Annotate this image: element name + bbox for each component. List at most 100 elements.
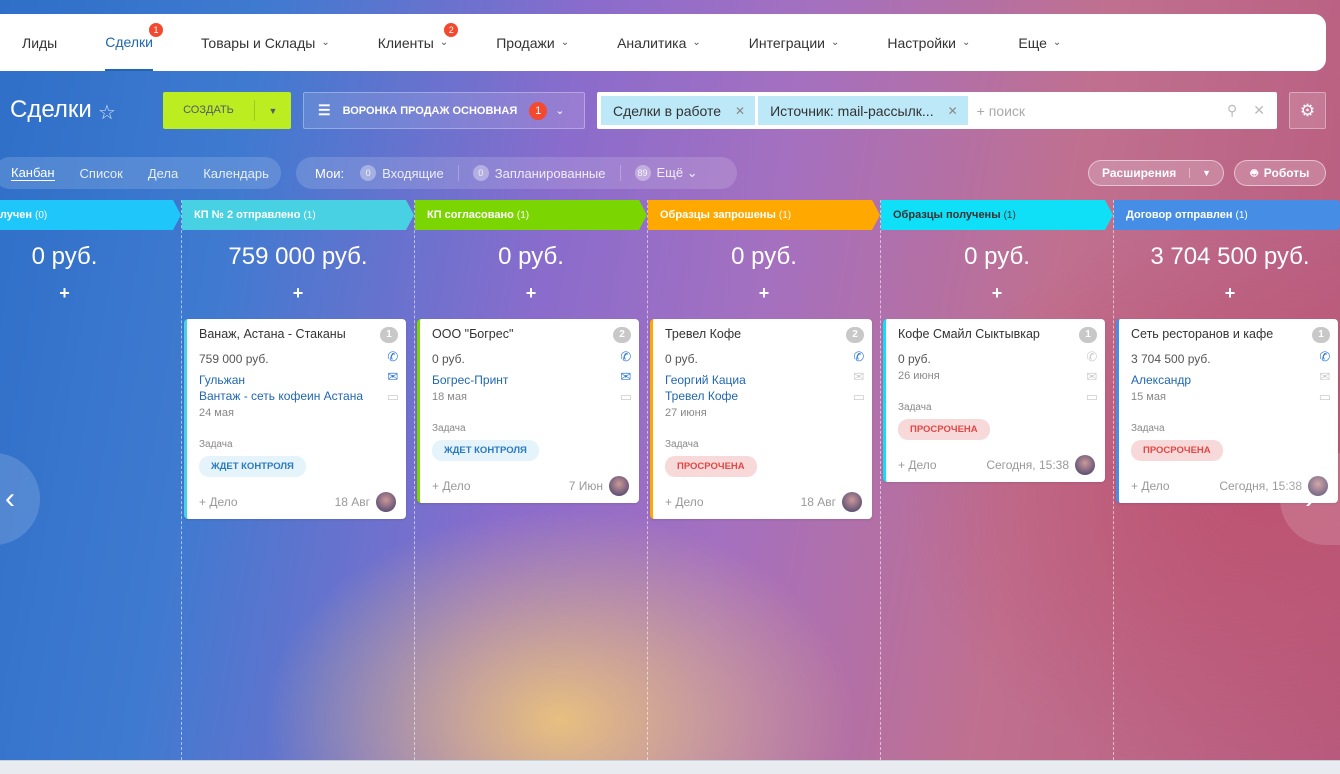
deal-card[interactable]: ООО "Богрес" 2 ✆ ✉ ▭ 0 руб. Богрес-Принт 18 мая… xyxy=(417,319,639,503)
stage-sum: 0 руб. xyxy=(31,243,98,270)
chat-icon[interactable]: ▭ xyxy=(853,389,865,405)
view-tab[interactable]: Дела xyxy=(148,166,178,181)
chat-icon[interactable]: ▭ xyxy=(620,389,632,405)
nav-item[interactable]: Аналитика ⌄ xyxy=(617,14,701,71)
avatar[interactable] xyxy=(1075,455,1095,475)
filter-chip[interactable]: Источник: mail-рассылк... ✕ xyxy=(758,96,968,125)
caret-down-icon[interactable]: ▼ xyxy=(255,106,291,116)
counter-item[interactable]: 0 Запланированные xyxy=(472,165,621,181)
phone-icon[interactable]: ✆ xyxy=(620,349,631,365)
deal-contact-link[interactable]: Богрес-Принт xyxy=(432,373,629,389)
extensions-button[interactable]: Расширения ▼ xyxy=(1088,160,1224,186)
settings-gear-button[interactable]: ⚙ xyxy=(1289,92,1326,129)
stage-header[interactable]: КП согласовано (1) xyxy=(415,200,647,230)
counter-item[interactable]: 89 Ещё ⌄ xyxy=(634,165,712,181)
notification-badge: 1 xyxy=(148,23,163,37)
close-icon[interactable]: ✕ xyxy=(948,104,958,118)
stage-header[interactable]: Образцы получены (1) xyxy=(881,200,1113,230)
star-icon[interactable]: ☆ xyxy=(98,100,116,125)
deal-card[interactable]: Тревел Кофе 2 ✆ ✉ ▭ 0 руб. Георгий Кациа Тревел… xyxy=(650,319,872,519)
mail-icon[interactable]: ✉ xyxy=(1086,369,1097,385)
add-activity-button[interactable]: + Дело xyxy=(665,495,704,509)
close-icon[interactable]: ✕ xyxy=(735,104,745,118)
deal-card[interactable]: Ванаж, Астана - Стаканы 1 ✆ ✉ ▭ 759 000 руб. Г… xyxy=(184,319,406,519)
deal-contact-link[interactable]: Вантаж - сеть кофеин Астана xyxy=(199,389,396,405)
create-button[interactable]: СОЗДАТЬ ▼ xyxy=(163,92,291,129)
deal-contact-link[interactable]: Тревел Кофе xyxy=(665,389,862,405)
mail-icon[interactable]: ✉ xyxy=(620,369,631,385)
add-deal-button[interactable]: + xyxy=(1114,283,1340,305)
stage-name: КП согласовано xyxy=(427,209,514,221)
deal-name[interactable]: Тревел Кофе xyxy=(665,327,862,344)
filter-chip[interactable]: Сделки в работе ✕ xyxy=(601,96,756,125)
stage-header[interactable]: Образцы запрошены (1) xyxy=(648,200,880,230)
search-icon[interactable]: ⚲ xyxy=(1227,102,1237,119)
add-deal-button[interactable]: + xyxy=(881,283,1113,305)
mail-icon[interactable]: ✉ xyxy=(387,369,398,385)
deal-card[interactable]: Кофе Смайл Сыктывкар 1 ✆ ✉ ▭ 0 руб. 26 июня Зад… xyxy=(883,319,1105,482)
stage-header[interactable]: счёт получен(0) xyxy=(0,200,181,230)
add-deal-button[interactable]: + xyxy=(182,283,414,305)
add-deal-button[interactable]: + xyxy=(0,283,181,305)
clear-icon[interactable]: ✕ xyxy=(1253,102,1265,119)
stage-header[interactable]: КП № 2 отправлено (1) xyxy=(182,200,414,230)
chevron-down-icon: ⌄ xyxy=(321,37,330,48)
kanban-column: Образцы запрошены (1) 0 руб. + Тревел Кофе 2 ✆… xyxy=(647,200,880,760)
mail-icon[interactable]: ✉ xyxy=(1319,369,1330,385)
nav-item[interactable]: Продажи ⌄ xyxy=(496,14,569,71)
nav-item[interactable]: Интеграции ⌄ xyxy=(749,14,840,71)
deal-contact-link[interactable]: Александр xyxy=(1131,373,1328,389)
view-tab[interactable]: Канбан xyxy=(11,165,55,181)
stage-sum: 0 руб. xyxy=(731,243,797,270)
nav-item[interactable]: Товары и Склады ⌄ xyxy=(201,14,330,71)
extensions-label: Расширения xyxy=(1102,166,1177,180)
nav-item[interactable]: Настройки ⌄ xyxy=(887,14,970,71)
chevron-down-icon: ⌄ xyxy=(830,37,840,48)
task-status-badge: ПРОСРОЧЕНА xyxy=(898,419,990,440)
stage-name: КП № 2 отправлено xyxy=(194,209,301,221)
avatar[interactable] xyxy=(376,492,396,512)
stage-header[interactable]: Договор отправлен (1) xyxy=(1114,200,1340,230)
add-deal-button[interactable]: + xyxy=(648,283,880,305)
phone-icon[interactable]: ✆ xyxy=(1086,349,1097,365)
stage-count: (1) xyxy=(778,209,792,221)
stage-count: (1) xyxy=(516,209,530,221)
nav-item[interactable]: Еще ⌄ xyxy=(1018,14,1061,71)
add-activity-button[interactable]: + Дело xyxy=(1131,479,1170,493)
task-label: Задача xyxy=(199,439,233,450)
add-deal-button[interactable]: + xyxy=(415,283,647,305)
caret-down-icon[interactable]: ▼ xyxy=(1189,168,1223,178)
chat-icon[interactable]: ▭ xyxy=(1086,389,1098,405)
avatar[interactable] xyxy=(609,476,629,496)
deal-name[interactable]: Кофе Смайл Сыктывкар xyxy=(898,327,1095,344)
deal-contact-link[interactable]: Гульжан xyxy=(199,373,396,389)
robots-button[interactable]: 🤖︎ Роботы xyxy=(1234,160,1326,186)
add-activity-button[interactable]: + Дело xyxy=(199,495,238,509)
search-input[interactable]: + поиск xyxy=(977,103,1219,119)
deal-name[interactable]: ООО "Богрес" xyxy=(432,327,629,344)
nav-item[interactable]: Лиды xyxy=(22,14,57,71)
chevron-down-icon: ⌄ xyxy=(692,37,701,48)
phone-icon[interactable]: ✆ xyxy=(853,349,864,365)
task-status-badge: ЖДЕТ КОНТРОЛЯ xyxy=(432,440,539,461)
mail-icon[interactable]: ✉ xyxy=(853,369,864,385)
filter-search-bar[interactable]: Сделки в работе ✕ Источник: mail-рассылк.… xyxy=(597,92,1277,129)
counter-item[interactable]: 0 Входящие xyxy=(360,165,459,181)
nav-item[interactable]: Клиенты ⌄ 2 xyxy=(378,14,459,71)
funnel-selector[interactable]: ☰ ВОРОНКА ПРОДАЖ ОСНОВНАЯ 1 ⌄ xyxy=(303,92,585,129)
add-activity-button[interactable]: + Дело xyxy=(898,458,937,472)
avatar[interactable] xyxy=(842,492,862,512)
deal-name[interactable]: Сеть ресторанов и кафе xyxy=(1131,327,1328,344)
phone-icon[interactable]: ✆ xyxy=(387,349,398,365)
nav-item[interactable]: Сделки 1 xyxy=(105,14,163,71)
phone-icon[interactable]: ✆ xyxy=(1319,349,1330,365)
view-tab[interactable]: Список xyxy=(80,166,123,181)
deal-contact-link[interactable]: Георгий Кациа xyxy=(665,373,862,389)
kanban-column: Образцы получены (1) 0 руб. + Кофе Смайл Сык… xyxy=(880,200,1113,760)
add-activity-button[interactable]: + Дело xyxy=(432,479,471,493)
deal-name[interactable]: Ванаж, Астана - Стаканы xyxy=(199,327,396,344)
chevron-down-icon: ⌄ xyxy=(439,37,449,48)
view-tab[interactable]: Календарь xyxy=(203,166,269,181)
chat-icon[interactable]: ▭ xyxy=(387,389,399,405)
chat-icon[interactable]: ▭ xyxy=(1319,389,1331,405)
